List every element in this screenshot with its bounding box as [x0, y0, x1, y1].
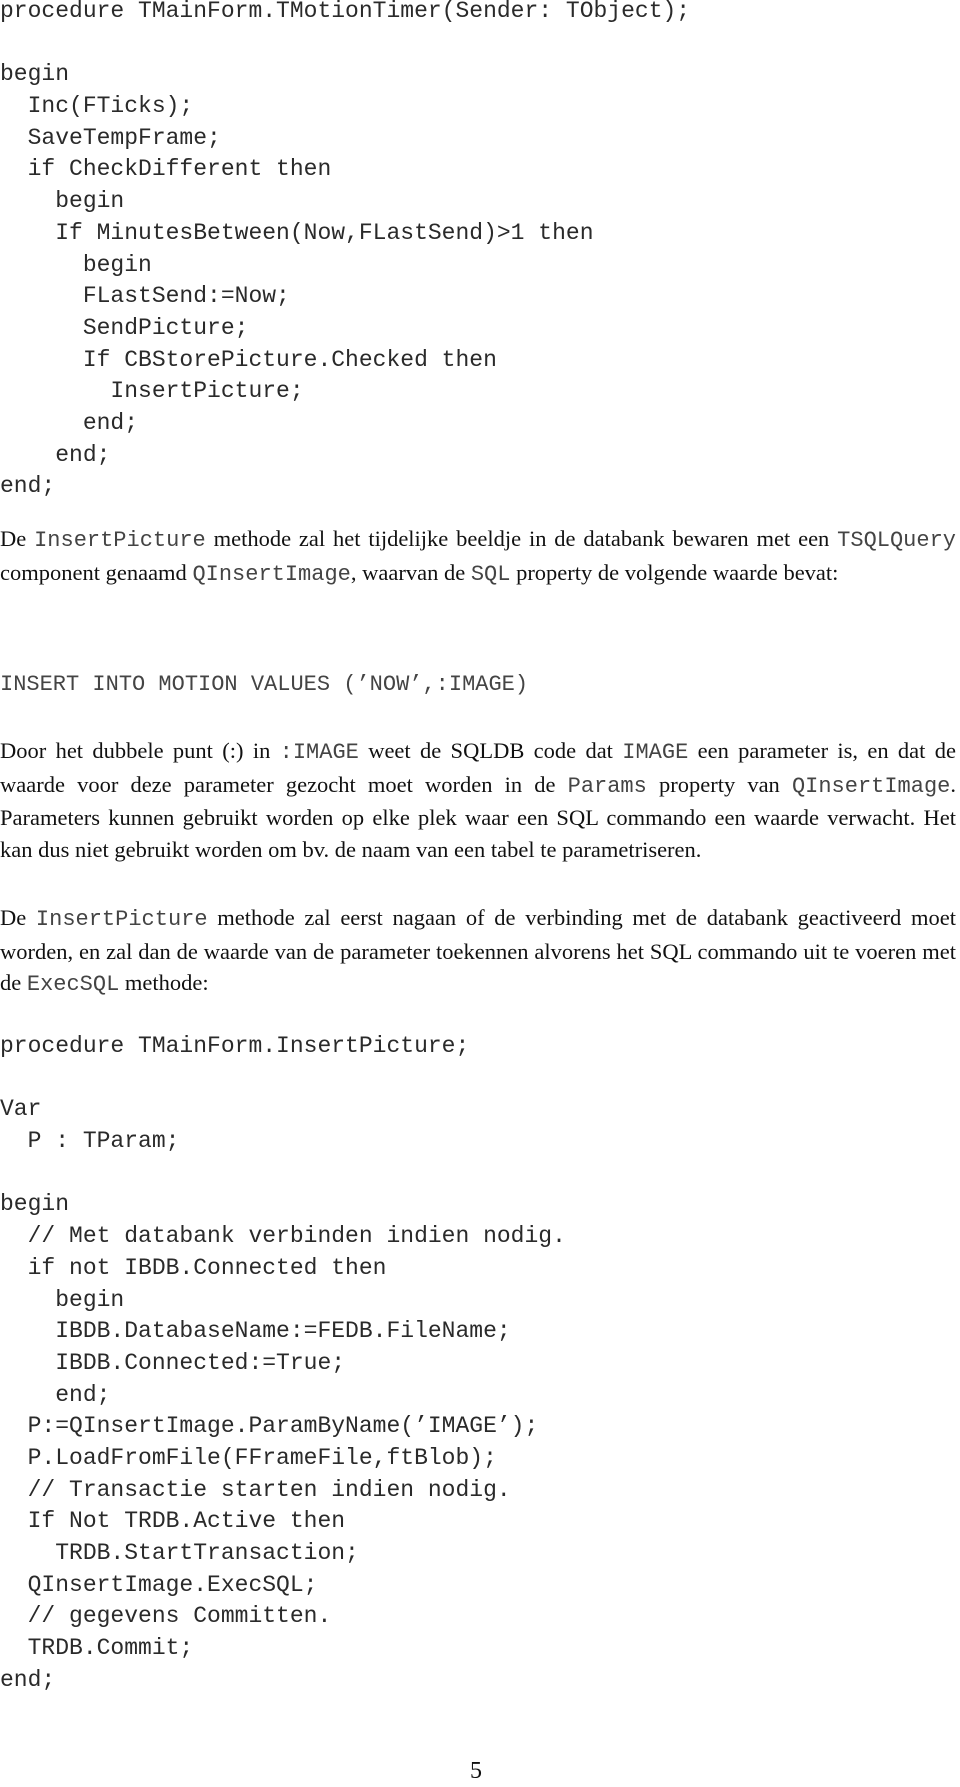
code-line: begin [0, 1191, 70, 1218]
inline-code: IMAGE [622, 740, 689, 765]
code-line: Var [0, 1096, 42, 1123]
text: De [0, 905, 36, 930]
text: property de volgende waarde bevat: [510, 559, 839, 585]
code-line: P.LoadFromFile(FFrameFile,ftBlob); [0, 1444, 497, 1471]
text: component genaamd [0, 559, 193, 585]
code-line: end; [0, 473, 56, 500]
code-line: end; [0, 1381, 111, 1408]
inline-code: SQL [470, 561, 511, 587]
code-line: if not IBDB.Connected then [0, 1254, 387, 1281]
code-block-motion-timer: procedure TMainForm.TMotionTimer(Sender:… [0, 0, 690, 503]
code-line: InsertPicture; [0, 378, 304, 405]
code-line: IBDB.Connected:=True; [0, 1349, 346, 1376]
paragraph-parameter-explanation: Door het dubbele punt (:) in :IMAGE weet… [0, 735, 956, 865]
code-line: QInsertImage.ExecSQL; [0, 1571, 318, 1598]
inline-code: InsertPicture [35, 907, 208, 932]
code-line: TRDB.Commit; [0, 1635, 194, 1662]
sql-statement: INSERT INTO MOTION VALUES (’NOW’,:IMAGE) [0, 672, 529, 697]
code-line: Inc(FTicks); [0, 93, 194, 120]
code-line: procedure TMainForm.TMotionTimer(Sender:… [0, 0, 691, 24]
code-line: end; [0, 409, 139, 436]
code-line: if CheckDifferent then [0, 156, 332, 183]
code-line: end; [0, 441, 111, 468]
text: , waarvan de [350, 559, 471, 585]
text: Door het dubbele punt (:) in [0, 738, 280, 763]
inline-code: QInsertImage [192, 561, 351, 587]
paragraph-insertpicture-method: De InsertPicture methode zal eerst nagaa… [0, 902, 956, 1001]
text: De [0, 526, 35, 551]
code-line: // gegevens Committen. [0, 1603, 332, 1630]
code-line: begin [0, 188, 125, 215]
code-block-insert-picture: procedure TMainForm.InsertPicture; Var P … [0, 1031, 566, 1696]
paragraph-insertpicture-intro: De InsertPicture methode zal het tijdeli… [0, 523, 956, 590]
code-line: If MinutesBetween(Now,FLastSend)>1 then [0, 219, 594, 246]
inline-code: Params [567, 773, 647, 799]
inline-code: TSQLQuery [837, 528, 956, 553]
code-line: end; [0, 1666, 56, 1693]
code-line: SaveTempFrame; [0, 124, 221, 151]
code-line: IBDB.DatabaseName:=FEDB.FileName; [0, 1318, 511, 1345]
page-number: 5 [470, 1758, 482, 1784]
code-line: TRDB.StartTransaction; [0, 1540, 359, 1566]
text: weet de SQLDB code dat [358, 738, 623, 763]
code-line: If CBStorePicture.Checked then [0, 346, 497, 373]
code-line: // Transactie starten indien nodig. [0, 1476, 511, 1503]
code-line: SendPicture; [0, 314, 249, 341]
code-line: begin [0, 61, 70, 88]
code-line: P : TParam; [0, 1128, 180, 1155]
code-line: begin [0, 251, 152, 278]
code-line: FLastSend:=Now; [0, 283, 290, 310]
code-line: procedure TMainForm.InsertPicture; [0, 1033, 470, 1059]
inline-code: ExecSQL [26, 972, 120, 997]
inline-code: QInsertImage [791, 773, 951, 799]
text: methode: [119, 970, 209, 995]
text: methode zal het tijdelijke beeldje in de… [205, 526, 838, 551]
code-line: P:=QInsertImage.ParamByName(’IMAGE’); [0, 1413, 539, 1440]
inline-code: :IMAGE [279, 740, 359, 765]
code-line: If Not TRDB.Active then [0, 1508, 346, 1535]
text: property van [646, 771, 792, 797]
code-line: begin [0, 1286, 125, 1313]
code-line: // Met databank verbinden indien nodig. [0, 1223, 566, 1250]
inline-code: InsertPicture [34, 528, 206, 553]
